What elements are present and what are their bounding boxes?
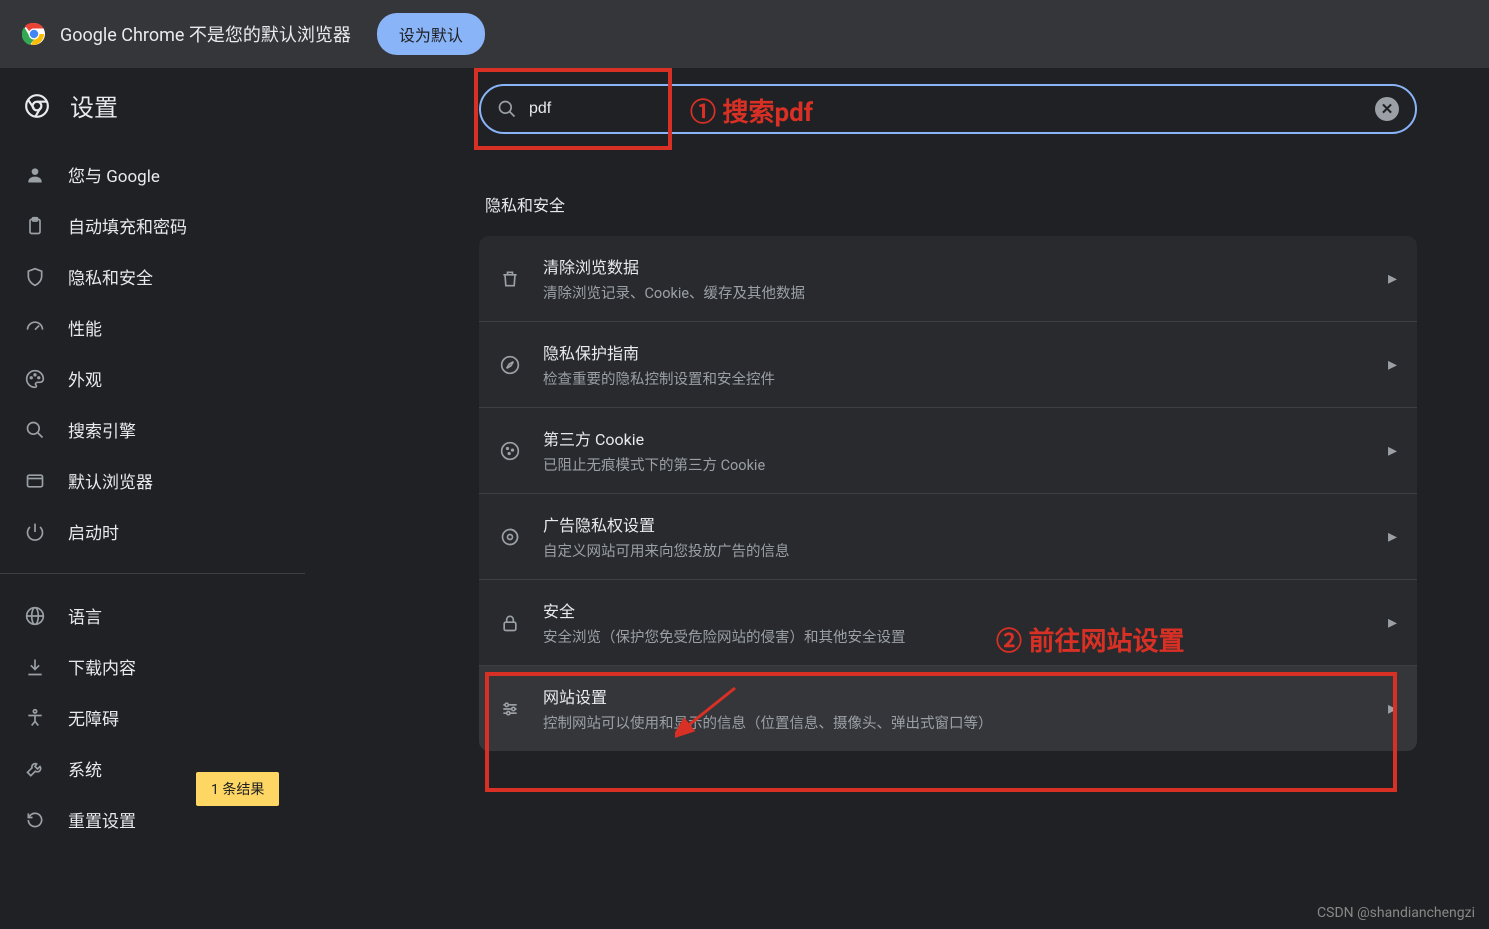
chevron-right-icon: ▸ bbox=[1388, 612, 1397, 633]
sidebar-item-you-and-google[interactable]: 您与 Google bbox=[0, 149, 305, 200]
sidebar-item-autofill[interactable]: 自动填充和密码 bbox=[0, 200, 305, 251]
page-title: 设置 bbox=[70, 88, 118, 123]
ads-icon bbox=[499, 527, 521, 547]
row-subtitle: 控制网站可以使用和显示的信息（位置信息、摄像头、弹出式窗口等） bbox=[543, 712, 1366, 733]
row-security[interactable]: 安全 安全浏览（保护您免受危险网站的侵害）和其他安全设置 ▸ bbox=[479, 580, 1417, 666]
row-clear-browsing-data[interactable]: 清除浏览数据 清除浏览记录、Cookie、缓存及其他数据 ▸ bbox=[479, 236, 1417, 322]
lock-icon bbox=[499, 613, 521, 633]
cookie-icon bbox=[499, 441, 521, 461]
search-icon bbox=[497, 99, 517, 119]
sidebar-item-languages[interactable]: 语言 bbox=[0, 590, 305, 641]
sidebar-item-label: 启动时 bbox=[68, 519, 119, 544]
sidebar-item-label: 下载内容 bbox=[68, 654, 136, 679]
accessibility-icon bbox=[24, 707, 46, 729]
default-browser-banner: Google Chrome 不是您的默认浏览器 设为默认 bbox=[0, 0, 1489, 68]
sidebar-header: 设置 bbox=[0, 68, 305, 143]
sidebar-item-label: 系统 bbox=[68, 756, 102, 781]
row-subtitle: 已阻止无痕模式下的第三方 Cookie bbox=[543, 454, 1366, 475]
sidebar-item-label: 您与 Google bbox=[68, 162, 160, 187]
speedometer-icon bbox=[24, 317, 46, 339]
privacy-card: 清除浏览数据 清除浏览记录、Cookie、缓存及其他数据 ▸ 隐私保护指南 检查… bbox=[479, 236, 1417, 751]
row-site-settings[interactable]: 网站设置 控制网站可以使用和显示的信息（位置信息、摄像头、弹出式窗口等） ▸ bbox=[479, 666, 1417, 751]
row-title: 清除浏览数据 bbox=[543, 254, 1366, 278]
row-privacy-guide[interactable]: 隐私保护指南 检查重要的隐私控制设置和安全控件 ▸ bbox=[479, 322, 1417, 408]
sidebar-item-label: 搜索引擎 bbox=[68, 417, 136, 442]
row-title: 第三方 Cookie bbox=[543, 426, 1366, 450]
row-title: 广告隐私权设置 bbox=[543, 512, 1366, 536]
sidebar-item-label: 隐私和安全 bbox=[68, 264, 153, 289]
row-title: 隐私保护指南 bbox=[543, 340, 1366, 364]
row-third-party-cookies[interactable]: 第三方 Cookie 已阻止无痕模式下的第三方 Cookie ▸ bbox=[479, 408, 1417, 494]
settings-search-box[interactable]: ✕ bbox=[479, 84, 1417, 134]
chevron-right-icon: ▸ bbox=[1388, 526, 1397, 547]
row-title: 安全 bbox=[543, 598, 1366, 622]
search-input[interactable] bbox=[529, 100, 1363, 118]
compass-icon bbox=[499, 355, 521, 375]
set-default-button[interactable]: 设为默认 bbox=[377, 13, 485, 55]
sidebar-item-accessibility[interactable]: 无障碍 bbox=[0, 692, 305, 743]
row-subtitle: 清除浏览记录、Cookie、缓存及其他数据 bbox=[543, 282, 1366, 303]
chrome-logo-icon bbox=[22, 22, 46, 46]
power-icon bbox=[24, 521, 46, 543]
clipboard-icon bbox=[24, 215, 46, 237]
palette-icon bbox=[24, 368, 46, 390]
chevron-right-icon: ▸ bbox=[1388, 268, 1397, 289]
main-content: ✕ 隐私和安全 清除浏览数据 清除浏览记录、Cookie、缓存及其他数据 ▸ 隐… bbox=[317, 68, 1489, 929]
trash-icon bbox=[499, 269, 521, 289]
sidebar-item-label: 自动填充和密码 bbox=[68, 213, 187, 238]
reset-icon bbox=[24, 809, 46, 831]
sidebar-item-downloads[interactable]: 下载内容 bbox=[0, 641, 305, 692]
sidebar-item-performance[interactable]: 性能 bbox=[0, 302, 305, 353]
download-icon bbox=[24, 656, 46, 678]
sidebar-item-label: 语言 bbox=[68, 603, 102, 628]
row-subtitle: 安全浏览（保护您免受危险网站的侵害）和其他安全设置 bbox=[543, 626, 1366, 647]
search-icon bbox=[24, 419, 46, 441]
shield-icon bbox=[24, 266, 46, 288]
nav-divider bbox=[0, 573, 305, 574]
sidebar-item-default-browser[interactable]: 默认浏览器 bbox=[0, 455, 305, 506]
search-result-count-badge: 1 条结果 bbox=[196, 772, 279, 806]
chevron-right-icon: ▸ bbox=[1388, 698, 1397, 719]
clear-search-button[interactable]: ✕ bbox=[1375, 97, 1399, 121]
sidebar-item-label: 无障碍 bbox=[68, 705, 119, 730]
sidebar-item-label: 外观 bbox=[68, 366, 102, 391]
sidebar-item-label: 重置设置 bbox=[68, 807, 136, 832]
sidebar-item-search-engine[interactable]: 搜索引擎 bbox=[0, 404, 305, 455]
person-icon bbox=[24, 164, 46, 186]
globe-icon bbox=[24, 605, 46, 627]
sidebar-item-label: 性能 bbox=[68, 315, 102, 340]
browser-icon bbox=[24, 470, 46, 492]
watermark: CSDN @shandianchengzi bbox=[1317, 905, 1475, 921]
nav-list-secondary: 语言 下载内容 无障碍 系统 重置设置 bbox=[0, 584, 305, 851]
sidebar-item-label: 默认浏览器 bbox=[68, 468, 153, 493]
sidebar-item-on-startup[interactable]: 启动时 bbox=[0, 506, 305, 557]
chevron-right-icon: ▸ bbox=[1388, 440, 1397, 461]
chrome-outline-icon bbox=[24, 93, 50, 119]
chevron-right-icon: ▸ bbox=[1388, 354, 1397, 375]
wrench-icon bbox=[24, 758, 46, 780]
row-subtitle: 检查重要的隐私控制设置和安全控件 bbox=[543, 368, 1366, 389]
nav-list-primary: 您与 Google 自动填充和密码 隐私和安全 性能 外观 搜索引擎 bbox=[0, 143, 305, 563]
banner-text: Google Chrome 不是您的默认浏览器 bbox=[60, 21, 351, 47]
sidebar-item-appearance[interactable]: 外观 bbox=[0, 353, 305, 404]
sidebar-item-privacy[interactable]: 隐私和安全 bbox=[0, 251, 305, 302]
sliders-icon bbox=[499, 699, 521, 719]
section-title: 隐私和安全 bbox=[479, 192, 1417, 216]
row-subtitle: 自定义网站可用来向您投放广告的信息 bbox=[543, 540, 1366, 561]
row-title: 网站设置 bbox=[543, 684, 1366, 708]
row-ad-privacy[interactable]: 广告隐私权设置 自定义网站可用来向您投放广告的信息 ▸ bbox=[479, 494, 1417, 580]
